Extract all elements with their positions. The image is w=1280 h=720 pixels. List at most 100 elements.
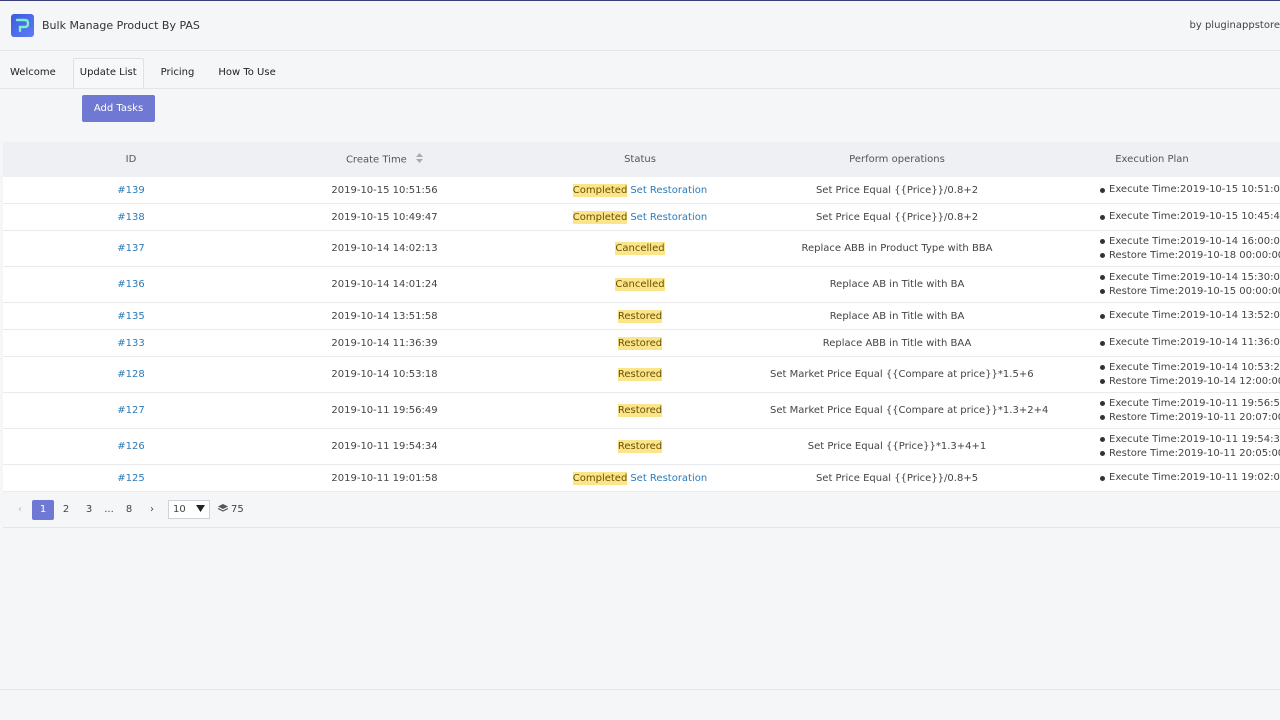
- bullet-icon: [1100, 313, 1105, 319]
- plan-text: Restore Time:2019-10-11 20:05:00: [1109, 447, 1280, 459]
- page-3-button[interactable]: 3: [78, 500, 100, 520]
- plan-text: Restore Time:2019-10-18 00:00:00: [1109, 249, 1280, 261]
- page-size-value: 10: [173, 504, 186, 515]
- table-row: #139 2019-10-15 10:51:56 Completed Set Rest…: [3, 177, 1280, 204]
- cell-id: #127: [3, 405, 259, 416]
- plan-text: Execute Time:2019-10-14 10:53:20: [1109, 361, 1280, 373]
- pagination: ‹ 1 2 3 ... 8 › 10 75: [3, 492, 1280, 528]
- task-id-link[interactable]: #128: [117, 369, 144, 380]
- cell-create-time: 2019-10-11 19:56:49: [331, 405, 438, 416]
- page-1-button[interactable]: 1: [32, 499, 54, 520]
- bullet-icon: [1100, 437, 1105, 442]
- task-id-link[interactable]: #138: [117, 212, 144, 223]
- cell-status: Completed Set Restoration: [510, 183, 770, 197]
- plan-line: Execute Time:2019-10-11 19:02:04: [1100, 471, 1280, 485]
- page-size-select[interactable]: 10: [168, 500, 210, 519]
- sort-icon[interactable]: [416, 153, 424, 166]
- cell-id: #128: [3, 369, 259, 380]
- plan-line: Execute Time:2019-10-14 11:36:08: [1100, 336, 1280, 350]
- table-row: #125 2019-10-11 19:01:58 Completed Set Rest…: [3, 465, 1280, 492]
- cell-execution-plan: Execute Time:2019-10-11 19:02:04: [1024, 471, 1280, 485]
- plan-line: Restore Time:2019-10-14 12:00:00: [1100, 375, 1280, 389]
- cell-operation: Replace ABB in Product Type with BBA: [801, 243, 993, 254]
- cell-status: Restored: [510, 309, 770, 323]
- table-row: #137 2019-10-14 14:02:13 Cancelled Replace …: [3, 231, 1280, 267]
- cell-execution-plan: Execute Time:2019-10-11 19:56:54 Restore …: [1024, 397, 1280, 425]
- column-header-id: ID: [125, 154, 137, 165]
- set-restoration-link[interactable]: Set Restoration: [630, 473, 707, 484]
- total-count: 75: [217, 503, 244, 516]
- bullet-icon: [1100, 451, 1105, 456]
- bullet-icon: [1100, 214, 1105, 220]
- status-badge: Cancelled: [615, 278, 665, 291]
- set-restoration-link[interactable]: Set Restoration: [630, 212, 707, 223]
- cell-execution-plan: Execute Time:2019-10-14 11:36:08: [1024, 336, 1280, 350]
- cell-operation: Set Price Equal {{Price}}/0.8+5: [815, 472, 979, 484]
- status-badge: Restored: [617, 440, 663, 453]
- plan-text: Execute Time:2019-10-14 11:36:08: [1109, 337, 1280, 348]
- plan-line: Execute Time:2019-10-14 15:30:00: [1100, 271, 1280, 285]
- bullet-icon: [1100, 275, 1105, 280]
- status-badge: Completed: [572, 210, 628, 224]
- table-row: #136 2019-10-14 14:01:24 Cancelled Replace …: [3, 267, 1280, 303]
- cell-create-time: 2019-10-14 14:01:24: [331, 279, 438, 290]
- bullet-icon: [1100, 401, 1105, 406]
- cell-create-time: 2019-10-14 11:36:39: [331, 337, 438, 349]
- cell-operation: Set Market Price Equal {{Compare at pric…: [770, 405, 1049, 416]
- cell-operation: Replace AB in Title with BA: [829, 310, 965, 322]
- plan-text: Execute Time:2019-10-11 19:54:39: [1109, 433, 1280, 445]
- next-page-button[interactable]: ›: [141, 500, 163, 520]
- tab-update-list[interactable]: Update List: [72, 58, 144, 88]
- prev-page-button[interactable]: ‹: [9, 500, 31, 520]
- task-table: ID Create Time Status Perform operations…: [3, 142, 1280, 492]
- task-id-link[interactable]: #125: [117, 473, 144, 484]
- plan-line: Restore Time:2019-10-11 20:07:00: [1100, 411, 1280, 425]
- page-2-button[interactable]: 2: [55, 500, 77, 520]
- tab-pricing[interactable]: Pricing: [154, 58, 202, 88]
- cell-status: Completed Set Restoration: [510, 471, 770, 485]
- task-id-link[interactable]: #135: [117, 311, 144, 322]
- status-badge: Restored: [617, 368, 663, 381]
- set-restoration-link[interactable]: Set Restoration: [630, 185, 707, 196]
- app-header: Bulk Manage Product By PAS by pluginapps…: [0, 1, 1280, 51]
- plan-line: Execute Time:2019-10-15 10:51:00: [1100, 183, 1280, 197]
- add-tasks-button[interactable]: Add Tasks: [82, 95, 155, 122]
- cell-create-time: 2019-10-11 19:01:58: [331, 472, 438, 484]
- cell-status: Cancelled: [510, 242, 770, 255]
- column-header-create-time[interactable]: Create Time: [259, 153, 510, 166]
- app-title: Bulk Manage Product By PAS: [42, 19, 200, 32]
- plan-line: Execute Time:2019-10-14 16:00:00: [1100, 235, 1280, 249]
- task-id-link[interactable]: #126: [117, 441, 144, 452]
- cell-id: #126: [3, 441, 259, 452]
- status-badge: Cancelled: [615, 242, 665, 255]
- page-8-button[interactable]: 8: [118, 500, 140, 520]
- cell-create-time: 2019-10-15 10:51:56: [331, 184, 438, 196]
- task-id-link[interactable]: #139: [117, 185, 144, 196]
- plan-line: Restore Time:2019-10-11 20:05:00: [1100, 447, 1280, 461]
- task-id-link[interactable]: #133: [117, 338, 144, 349]
- cell-create-time: 2019-10-14 13:51:58: [331, 310, 438, 322]
- plan-text: Execute Time:2019-10-11 19:56:54: [1109, 397, 1280, 409]
- column-header-operations: Perform operations: [849, 154, 945, 165]
- cell-operation: Set Market Price Equal {{Compare at pric…: [770, 369, 1034, 380]
- cell-operation: Set Price Equal {{Price}}/0.8+2: [815, 211, 979, 223]
- tab-how-to-use[interactable]: How To Use: [211, 58, 282, 88]
- cell-id: #135: [3, 311, 259, 322]
- column-header-status: Status: [624, 154, 656, 165]
- plan-line: Execute Time:2019-10-11 19:56:54: [1100, 397, 1280, 411]
- task-id-link[interactable]: #136: [117, 279, 144, 290]
- bullet-icon: [1100, 289, 1105, 294]
- plan-line: Execute Time:2019-10-15 10:45:43: [1100, 210, 1280, 224]
- cell-status: Completed Set Restoration: [510, 210, 770, 224]
- page-ellipsis: ...: [104, 503, 114, 515]
- cell-execution-plan: Execute Time:2019-10-15 10:51:00: [1024, 183, 1280, 197]
- status-badge: Restored: [617, 404, 663, 417]
- plan-text: Restore Time:2019-10-14 12:00:00: [1109, 375, 1280, 387]
- bullet-icon: [1100, 365, 1105, 370]
- cell-create-time: 2019-10-14 10:53:18: [331, 369, 438, 380]
- task-id-link[interactable]: #127: [117, 405, 144, 416]
- tab-welcome[interactable]: Welcome: [3, 58, 63, 88]
- cell-execution-plan: Execute Time:2019-10-14 15:30:00 Restore …: [1024, 271, 1280, 299]
- task-id-link[interactable]: #137: [117, 243, 144, 254]
- toolbar: Add Tasks: [0, 89, 1280, 141]
